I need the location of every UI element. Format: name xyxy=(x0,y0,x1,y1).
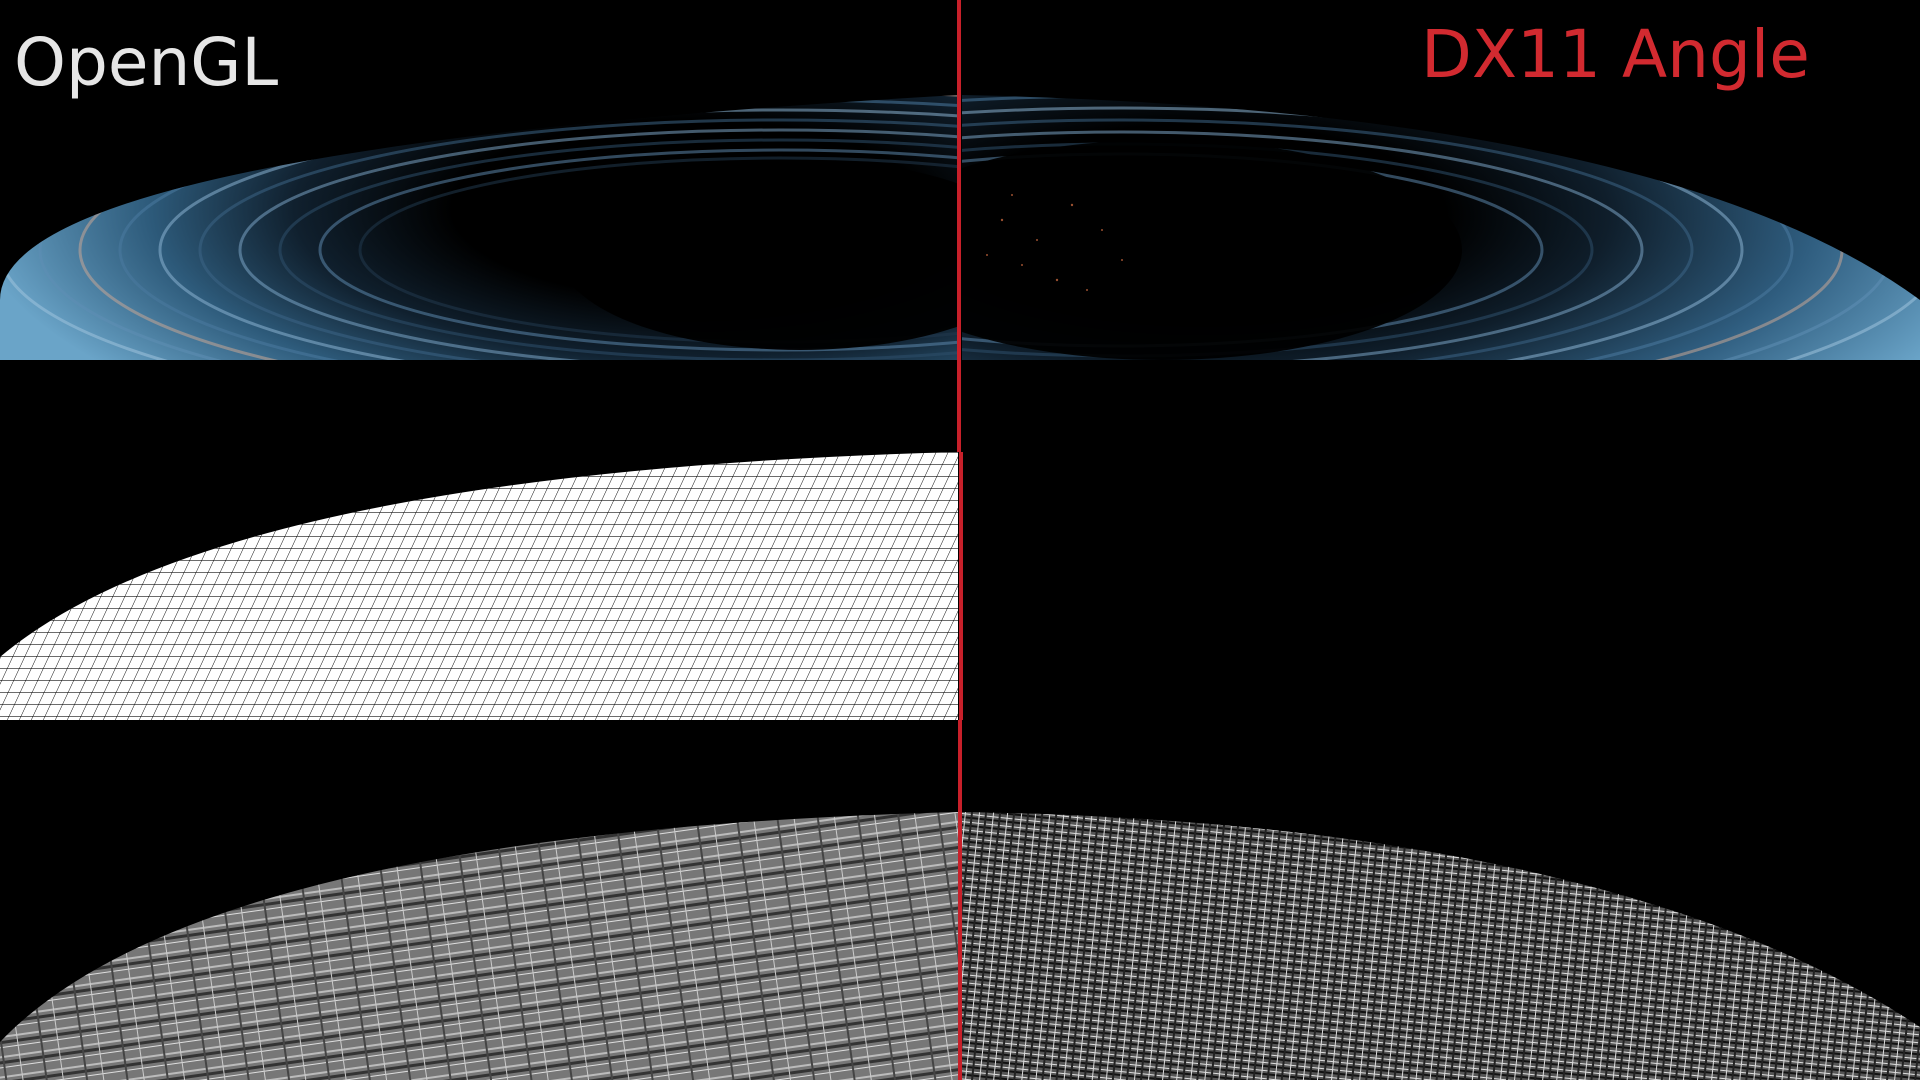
dx11-angle-label: DX11 Angle xyxy=(1421,16,1810,93)
noise-render-opengl xyxy=(0,812,958,1080)
comparison-divider-mid xyxy=(959,452,963,720)
comparison-divider-top xyxy=(957,0,961,452)
grid-render-opengl xyxy=(0,452,958,720)
opengl-label: OpenGL xyxy=(14,24,279,101)
noise-render-dx11 xyxy=(962,812,1920,1080)
comparison-divider-bottom xyxy=(958,720,962,1080)
